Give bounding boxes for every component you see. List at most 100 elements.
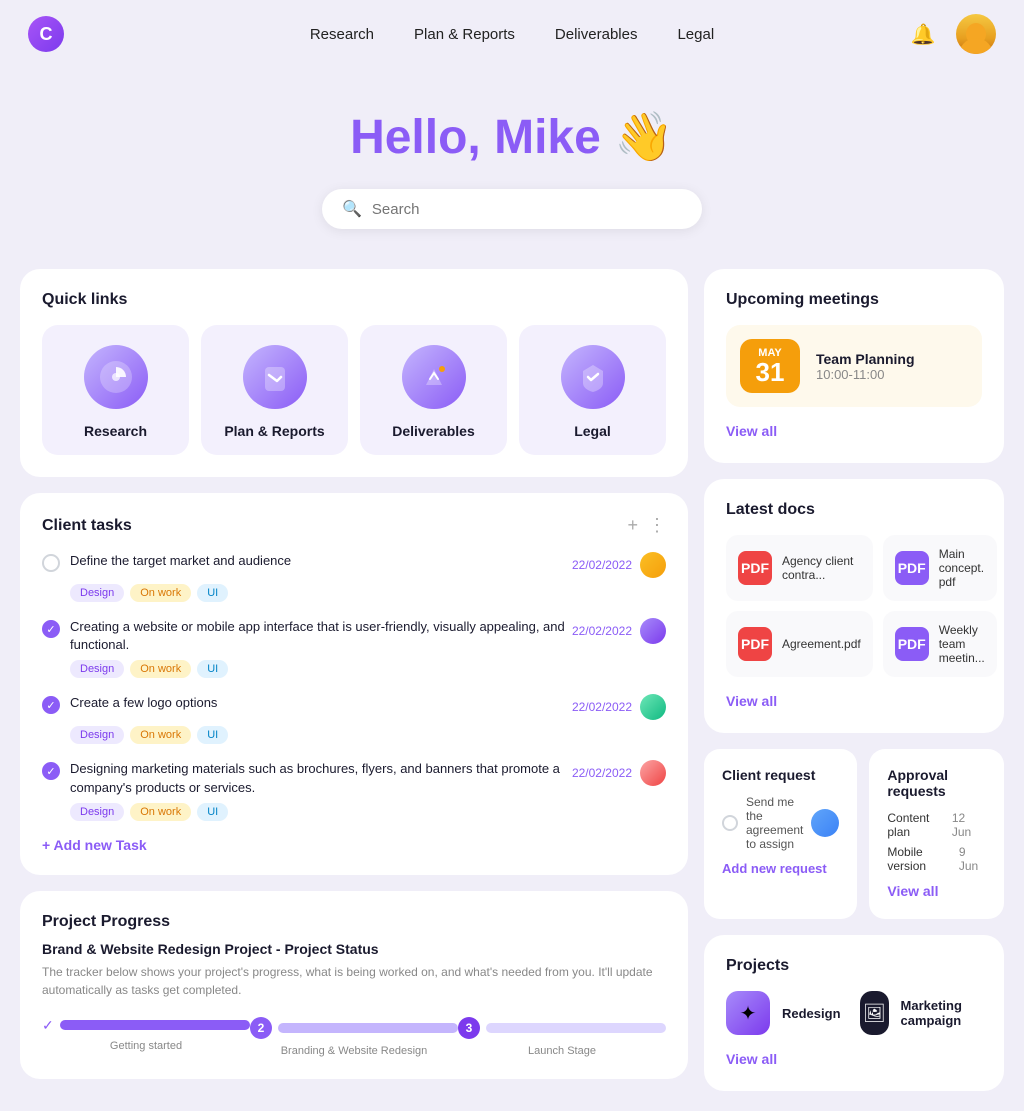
meeting-info: Team Planning 10:00-11:00 — [816, 351, 915, 382]
tag-ui: UI — [197, 660, 228, 678]
tag-design: Design — [70, 660, 124, 678]
client-tasks-title: Client tasks — [42, 517, 132, 535]
tag-design: Design — [70, 726, 124, 744]
meeting-item: May 31 Team Planning 10:00-11:00 — [726, 325, 982, 407]
doc-item[interactable]: PDF Agreement.pdf — [726, 611, 873, 677]
doc-item[interactable]: PDF Main concept. pdf — [883, 535, 997, 601]
search-bar[interactable]: 🔍 — [322, 189, 702, 229]
bottom-cards: Client request Send me the agreement to … — [704, 749, 1004, 919]
project-name: Redesign — [782, 1006, 841, 1021]
research-label: Research — [84, 423, 147, 439]
meetings-title: Upcoming meetings — [726, 291, 982, 309]
doc-name: Agreement.pdf — [782, 637, 861, 651]
task-date: 22/02/2022 — [572, 700, 632, 714]
nav-research[interactable]: Research — [310, 26, 374, 43]
task-text: Define the target market and audience — [70, 552, 291, 570]
approvals-view-all[interactable]: View all — [887, 883, 938, 899]
stage-bar — [486, 1023, 666, 1033]
quick-links-card: Quick links Research Plan & Reports — [20, 269, 688, 477]
tag-design: Design — [70, 803, 124, 821]
tag-ui: UI — [197, 584, 228, 602]
task-text: Creating a website or mobile app interfa… — [70, 618, 572, 654]
legal-icon — [561, 345, 625, 409]
quick-link-legal[interactable]: Legal — [519, 325, 666, 455]
approval-name: Content plan — [887, 811, 952, 839]
research-icon — [84, 345, 148, 409]
docs-view-all[interactable]: View all — [726, 693, 777, 709]
project-item-marketing[interactable]: 🖼 Marketing campaign — [860, 991, 982, 1035]
nav-links: Research Plan & Reports Deliverables Leg… — [310, 26, 714, 43]
pdf-icon: PDF — [738, 627, 772, 661]
redesign-icon: ✦ — [726, 991, 770, 1035]
deliverables-label: Deliverables — [392, 423, 475, 439]
task-date: 22/02/2022 — [572, 558, 632, 572]
approval-name: Mobile version — [887, 845, 959, 873]
project-item-redesign[interactable]: ✦ Redesign — [726, 991, 848, 1035]
add-task-button[interactable]: + Add new Task — [42, 837, 666, 853]
projects-grid: ✦ Redesign 🖼 Marketing campaign — [726, 991, 982, 1035]
notification-bell-icon[interactable]: 🔔 — [906, 17, 940, 51]
nav-deliverables[interactable]: Deliverables — [555, 26, 638, 43]
pdf-icon: PDF — [895, 627, 929, 661]
approval-item: Mobile version 9 Jun — [887, 845, 986, 873]
client-tasks-card: Client tasks + ⋮ Define the target marke… — [20, 493, 688, 875]
pdf-icon: PDF — [895, 551, 929, 585]
meetings-view-all[interactable]: View all — [726, 423, 777, 439]
task-avatar — [640, 618, 666, 644]
add-task-icon[interactable]: + — [627, 515, 638, 536]
stage-bar — [60, 1020, 250, 1030]
stage-label: Branding & Website Redesign — [250, 1045, 458, 1057]
logo[interactable]: C — [28, 16, 64, 52]
project-progress-title: Project Progress — [42, 913, 666, 931]
navbar: C Research Plan & Reports Deliverables L… — [0, 0, 1024, 68]
task-item: Define the target market and audience 22… — [42, 552, 666, 602]
project-progress-card: Project Progress Brand & Website Redesig… — [20, 891, 688, 1079]
task-date: 22/02/2022 — [572, 624, 632, 638]
approval-title: Approval requests — [887, 767, 986, 799]
search-input[interactable] — [372, 201, 682, 218]
add-request-button[interactable]: Add new request — [722, 861, 839, 876]
doc-name: Weekly team meetin... — [939, 623, 985, 665]
client-request-title: Client request — [722, 767, 839, 783]
task-checkbox[interactable] — [42, 554, 60, 572]
nav-plan-reports[interactable]: Plan & Reports — [414, 26, 515, 43]
progress-stages: ✓ Getting started 2 Branding & Website R… — [42, 1017, 666, 1057]
task-checkbox[interactable]: ✓ — [42, 620, 60, 638]
pdf-icon: PDF — [738, 551, 772, 585]
tag-onwork: On work — [130, 726, 191, 744]
request-checkbox[interactable] — [722, 815, 738, 831]
request-avatar — [811, 809, 839, 837]
tag-onwork: On work — [130, 660, 191, 678]
legal-label: Legal — [574, 423, 611, 439]
quick-links-grid: Research Plan & Reports Deliverables — [42, 325, 666, 455]
quick-link-deliverables[interactable]: Deliverables — [360, 325, 507, 455]
meeting-time: 10:00-11:00 — [816, 367, 915, 382]
left-column: Quick links Research Plan & Reports — [20, 269, 688, 1091]
projects-title: Projects — [726, 957, 982, 975]
plan-reports-label: Plan & Reports — [224, 423, 324, 439]
upcoming-meetings-card: Upcoming meetings May 31 Team Planning 1… — [704, 269, 1004, 463]
task-actions: + ⋮ — [627, 515, 666, 536]
projects-view-all[interactable]: View all — [726, 1051, 777, 1067]
task-checkbox[interactable]: ✓ — [42, 696, 60, 714]
doc-item[interactable]: PDF Weekly team meetin... — [883, 611, 997, 677]
task-checkbox[interactable]: ✓ — [42, 762, 60, 780]
latest-docs-card: Latest docs PDF Agency client contra... … — [704, 479, 1004, 733]
stage-branding: 2 Branding & Website Redesign — [250, 1017, 458, 1057]
quick-link-plan-reports[interactable]: Plan & Reports — [201, 325, 348, 455]
stage-number: 3 — [458, 1017, 480, 1039]
tag-ui: UI — [197, 726, 228, 744]
hero-section: Hello, Mike 👋 🔍 — [0, 68, 1024, 259]
docs-title: Latest docs — [726, 501, 982, 519]
quick-links-title: Quick links — [42, 291, 666, 309]
plan-reports-icon — [243, 345, 307, 409]
task-date: 22/02/2022 — [572, 766, 632, 780]
doc-item[interactable]: PDF Agency client contra... — [726, 535, 873, 601]
stage-bar — [278, 1023, 458, 1033]
quick-link-research[interactable]: Research — [42, 325, 189, 455]
more-options-icon[interactable]: ⋮ — [648, 515, 666, 536]
approval-date: 9 Jun — [959, 845, 986, 873]
avatar[interactable] — [956, 14, 996, 54]
stage-check-icon: ✓ — [42, 1017, 54, 1034]
nav-legal[interactable]: Legal — [677, 26, 714, 43]
